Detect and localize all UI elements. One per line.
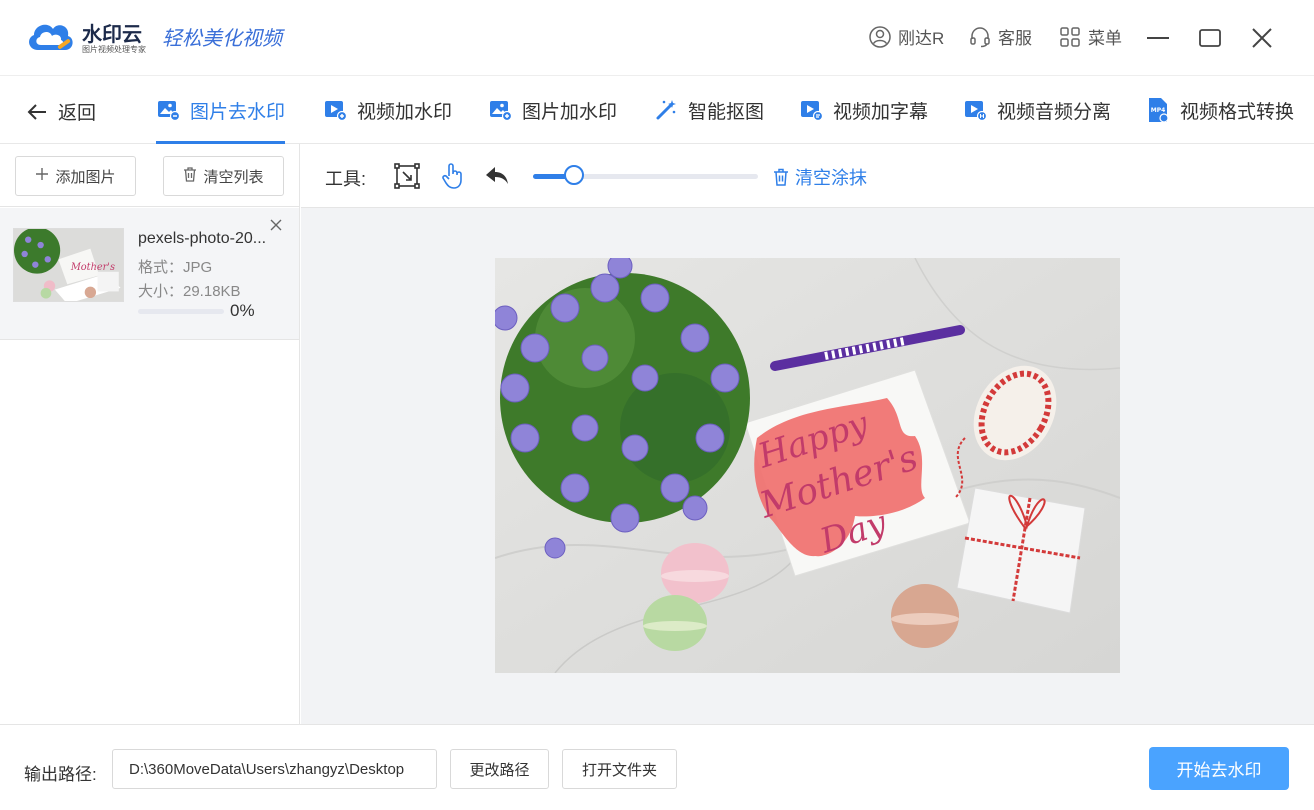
- hand-pointer-icon: [442, 163, 462, 189]
- menu-button[interactable]: 菜单: [1058, 24, 1122, 49]
- minimize-icon: [1147, 37, 1169, 39]
- file-list-actions: 添加图片 清空列表: [0, 144, 299, 207]
- tab-label: 图片去水印: [190, 101, 286, 123]
- hand-pan-tool[interactable]: [439, 162, 467, 190]
- remove-file-button[interactable]: [270, 218, 282, 236]
- svg-text:Mother's: Mother's: [70, 262, 115, 273]
- clear-paint-button[interactable]: 清空涂抹: [773, 164, 867, 190]
- maximize-button[interactable]: [1196, 24, 1224, 52]
- back-label: 返回: [58, 103, 97, 124]
- undo-button[interactable]: [483, 162, 511, 190]
- customer-service-label: 客服: [998, 29, 1032, 48]
- file-name: pexels-photo-20...: [138, 230, 267, 247]
- tab-label: 视频加水印: [357, 101, 453, 123]
- svg-text:MP4: MP4: [1151, 107, 1166, 114]
- select-area-tool[interactable]: [393, 162, 421, 190]
- tab-label: 视频音频分离: [997, 101, 1112, 123]
- file-progress-bar: [138, 309, 224, 314]
- user-icon: [869, 25, 891, 48]
- customer-service-button[interactable]: 客服: [968, 24, 1032, 49]
- add-image-button[interactable]: 添加图片: [15, 156, 136, 196]
- file-thumbnail: Mother's: [13, 228, 124, 302]
- feature-nav: 返回 图片去水印 视频加水印 图片加水印 智能抠图 视频加字幕 视频音频分离 M…: [0, 76, 1314, 144]
- tab-video-format-convert[interactable]: MP4 视频格式转换: [1146, 96, 1294, 124]
- output-path-label: 输出路径:: [24, 765, 97, 784]
- image-add-watermark-icon: [490, 101, 512, 122]
- tab-smart-cutout[interactable]: 智能抠图: [654, 96, 764, 124]
- tools-label: 工具:: [325, 169, 367, 189]
- edit-toolbar: 工具: 清空涂抹: [301, 144, 1314, 208]
- clear-paint-label: 清空涂抹: [795, 168, 867, 188]
- file-list-item[interactable]: Mother's pexels-photo-20... 格式：JPG 大小：29…: [0, 208, 299, 340]
- image-remove-watermark-icon: [158, 101, 180, 122]
- close-icon: [1252, 28, 1272, 48]
- mp4-convert-icon: MP4: [1149, 98, 1169, 123]
- tab-image-remove-watermark[interactable]: 图片去水印: [156, 96, 285, 124]
- file-size: 大小：29.18KB: [138, 283, 241, 300]
- start-remove-watermark-button[interactable]: 开始去水印: [1149, 747, 1289, 790]
- app-logo: [29, 24, 73, 50]
- tab-video-audio-split[interactable]: 视频音频分离: [963, 96, 1111, 124]
- trash-icon: [183, 166, 197, 186]
- grid-menu-icon: [1060, 26, 1080, 47]
- menu-label: 菜单: [1088, 29, 1122, 48]
- plus-icon: [35, 167, 49, 185]
- open-folder-button[interactable]: 打开文件夹: [562, 749, 677, 789]
- clear-list-button[interactable]: 清空列表: [163, 156, 284, 196]
- preview-image[interactable]: Happy Mother's Day: [495, 258, 1120, 673]
- app-slogan: 轻松美化视频: [162, 26, 282, 50]
- file-format: 格式：JPG: [138, 259, 213, 276]
- user-account[interactable]: 刚达R: [868, 24, 944, 49]
- change-path-button[interactable]: 更改路径: [450, 749, 549, 789]
- undo-icon: [486, 167, 508, 184]
- user-name: 刚达R: [898, 29, 945, 48]
- headset-icon: [970, 26, 990, 47]
- tab-video-add-watermark[interactable]: 视频加水印: [323, 96, 452, 124]
- maximize-icon: [1199, 29, 1221, 47]
- output-path-input[interactable]: [112, 749, 437, 789]
- close-button[interactable]: [1248, 24, 1276, 52]
- brush-size-slider-thumb[interactable]: [563, 165, 584, 185]
- magic-wand-icon: [656, 100, 676, 120]
- output-bar: 输出路径: 更改路径 打开文件夹 开始去水印: [0, 724, 1314, 810]
- tab-label: 图片加水印: [522, 101, 618, 123]
- back-button[interactable]: 返回: [26, 98, 96, 125]
- video-add-watermark-icon: [325, 101, 347, 122]
- tab-video-subtitle[interactable]: 视频加字幕: [799, 96, 928, 124]
- file-progress-text: 0%: [230, 301, 255, 320]
- tab-label: 视频格式转换: [1180, 101, 1295, 123]
- clear-list-label: 清空列表: [203, 168, 264, 186]
- title-bar: 水印云 图片视频处理专家 轻松美化视频 刚达R 客服 菜单: [0, 0, 1314, 76]
- add-image-label: 添加图片: [55, 168, 116, 186]
- video-subtitle-icon: [801, 101, 823, 122]
- preview-canvas[interactable]: Happy Mother's Day: [301, 208, 1314, 724]
- file-list-panel: 添加图片 清空列表 Mother's pexels-photo-20... 格式…: [0, 144, 300, 724]
- tab-label: 智能抠图: [688, 101, 765, 123]
- app-brand-subtitle: 图片视频处理专家: [82, 45, 146, 54]
- tab-label: 视频加字幕: [833, 101, 929, 123]
- select-area-icon: [394, 163, 420, 189]
- app-brand: 水印云: [82, 24, 142, 46]
- tab-image-add-watermark[interactable]: 图片加水印: [488, 96, 617, 124]
- minimize-button[interactable]: [1144, 24, 1172, 52]
- video-audio-split-icon: [965, 101, 987, 122]
- close-icon: [270, 219, 282, 231]
- trash-icon: [774, 168, 788, 186]
- arrow-left-icon: [27, 103, 46, 120]
